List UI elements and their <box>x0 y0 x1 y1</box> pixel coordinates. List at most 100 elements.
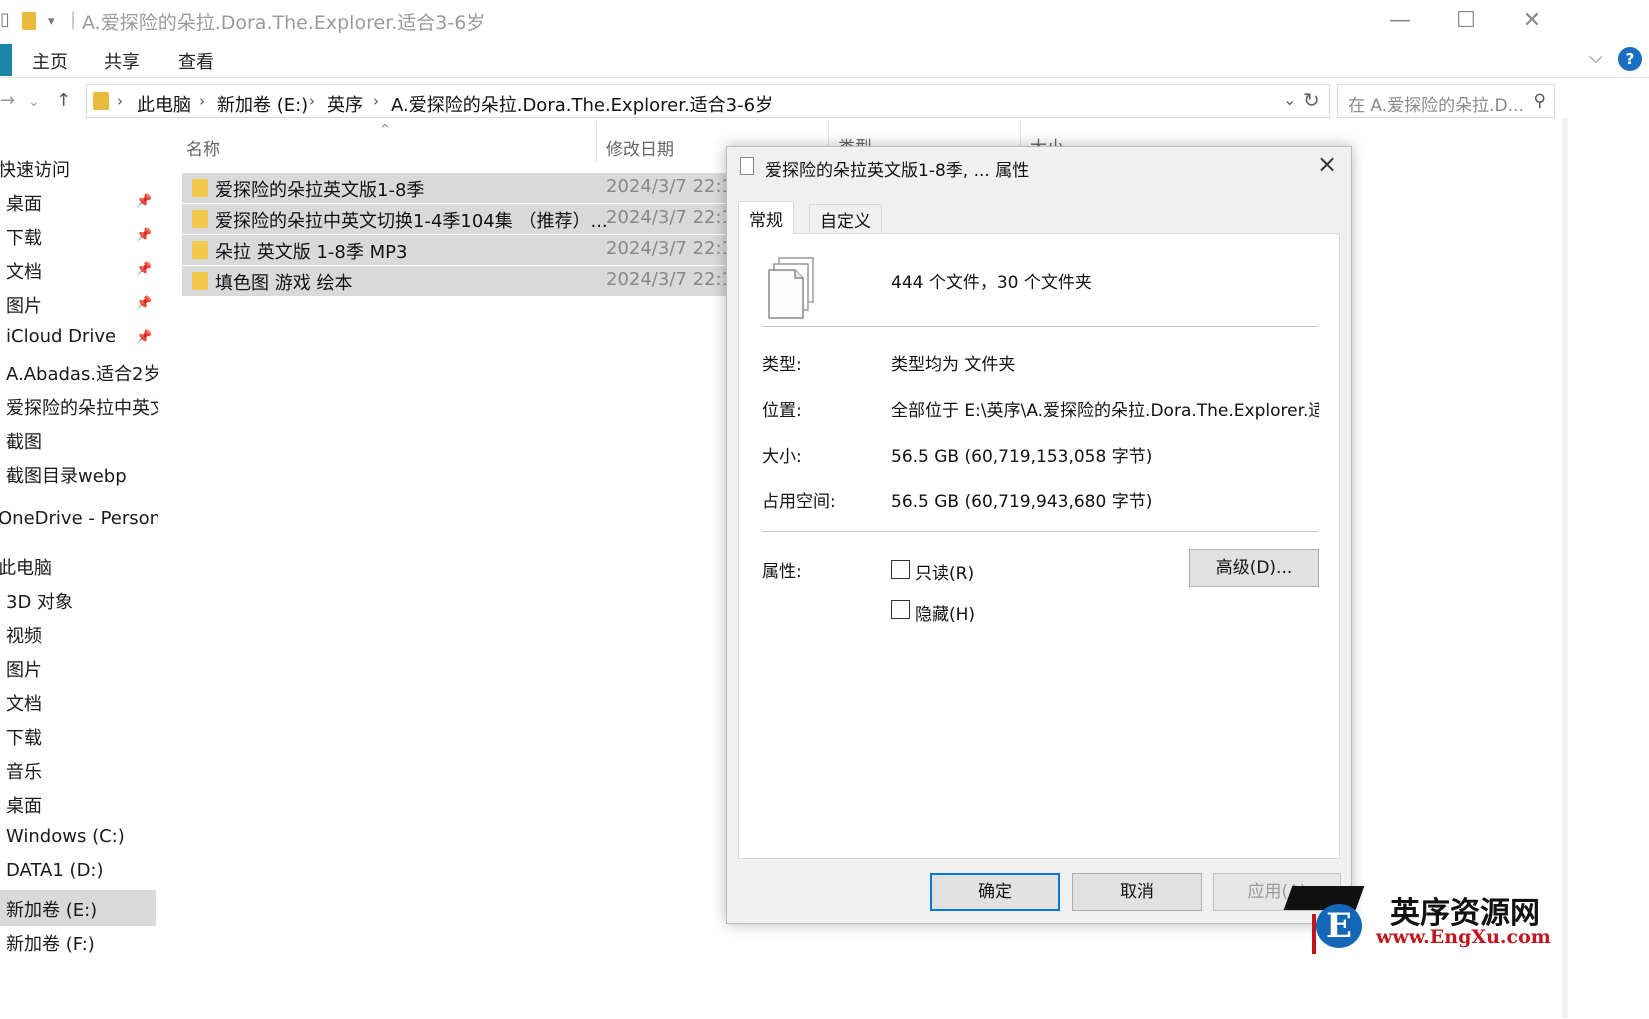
divider <box>762 531 1318 532</box>
nav-item-screenshots[interactable]: 截图 <box>6 428 42 454</box>
readonly-checkbox[interactable] <box>891 560 910 579</box>
size-label: 大小: <box>762 447 802 467</box>
ok-button[interactable]: 确定 <box>930 873 1060 911</box>
folder-icon <box>192 241 208 259</box>
folder-icon <box>192 179 208 197</box>
nav-item-pc-pictures[interactable]: 图片 <box>6 656 42 682</box>
type-value: 类型均为 文件夹 <box>891 355 1016 375</box>
ribbon-expand-icon[interactable]: ⌵ <box>1589 47 1603 68</box>
close-icon[interactable]: × <box>1317 150 1337 178</box>
hidden-checkbox[interactable] <box>891 600 910 619</box>
nav-item-downloads[interactable]: 下载 <box>6 224 42 250</box>
close-button[interactable]: ✕ <box>1512 4 1552 38</box>
folder-icon[interactable] <box>22 12 36 30</box>
nav-item-pc-downloads[interactable]: 下载 <box>6 724 42 750</box>
type-label: 类型: <box>762 355 802 375</box>
breadcrumb-current-folder[interactable]: A.爱探险的朵拉.Dora.The.Explorer.适合3-6岁 <box>391 91 773 117</box>
explorer-window: { "window": { "title": "A.爱探险的朵拉.Dora.Th… <box>0 0 1649 1019</box>
nav-item-screenshots-webp[interactable]: 截图目录webp <box>6 462 127 488</box>
title-bar: ▯ ▾ | A.爱探险的朵拉.Dora.The.Explorer.适合3-6岁 … <box>0 0 1649 42</box>
nav-item-drive-e[interactable]: 新加卷 (E:) <box>6 896 97 922</box>
search-placeholder: 在 A.爱探险的朵拉.D... <box>1348 96 1524 116</box>
properties-dialog: 爱探险的朵拉英文版1-8季, ... 属性 × 常规 自定义 444 个文件，3… <box>726 146 1352 924</box>
nav-item-drive-c[interactable]: Windows (C:) <box>6 826 125 847</box>
pin-icon: 📌 <box>136 330 153 345</box>
nav-onedrive[interactable]: OneDrive - Personal <box>0 508 158 529</box>
readonly-label[interactable]: 只读(R) <box>915 559 974 584</box>
address-bar[interactable]: › 此电脑 › 新加卷 (E:) › 英序 › A.爱探险的朵拉.Dora.Th… <box>86 84 1330 118</box>
breadcrumb-drive-e[interactable]: 新加卷 (E:) <box>217 91 308 117</box>
file-name: 爱探险的朵拉中英文切换1-4季104集 （推荐）... <box>215 211 608 232</box>
file-tab[interactable] <box>0 44 12 76</box>
tab-view[interactable]: 查看 <box>178 48 214 74</box>
nav-item-drive-f[interactable]: 新加卷 (F:) <box>6 930 95 956</box>
search-box[interactable]: 在 A.爱探险的朵拉.D... ⚲ <box>1337 84 1555 118</box>
tab-general[interactable]: 常规 <box>738 201 794 234</box>
size-value: 56.5 GB (60,719,153,058 字节) <box>891 447 1153 467</box>
help-icon[interactable]: ? <box>1618 47 1642 71</box>
tab-home[interactable]: 主页 <box>32 48 68 74</box>
chevron-right-icon[interactable]: › <box>199 92 205 110</box>
nav-item-pc-documents[interactable]: 文档 <box>6 690 42 716</box>
quick-access-dropdown-icon[interactable]: ▾ <box>48 14 55 29</box>
nav-item-3d-objects[interactable]: 3D 对象 <box>6 588 73 614</box>
chevron-right-icon[interactable]: › <box>117 92 123 110</box>
chevron-down-icon[interactable]: ⌄ <box>1283 90 1296 109</box>
refresh-icon[interactable]: ↻ <box>1303 88 1320 112</box>
pin-icon: 📌 <box>136 228 153 243</box>
up-arrow-icon[interactable]: ↑ <box>56 90 71 111</box>
nav-this-pc[interactable]: 此电脑 <box>0 554 52 580</box>
divider <box>762 326 1318 327</box>
folder-icon <box>192 272 208 290</box>
chevron-right-icon[interactable]: › <box>373 92 379 110</box>
location-value: 全部位于 E:\英序\A.爱探险的朵拉.Dora.The.Explorer.适合 <box>891 401 1319 421</box>
column-header-name[interactable]: 名称 <box>186 135 220 160</box>
recent-locations-icon[interactable]: ⌄ <box>28 94 40 110</box>
title-divider: | <box>70 9 77 30</box>
file-date: 2024/3/7 22:1 <box>606 238 730 259</box>
nav-item-icloud[interactable]: iCloud Drive <box>6 326 116 347</box>
nav-item-drive-d[interactable]: DATA1 (D:) <box>6 860 104 881</box>
file-row[interactable]: 爱探险的朵拉英文版1-8季 2024/3/7 22:1 <box>182 173 730 203</box>
tab-share[interactable]: 共享 <box>104 48 140 74</box>
watermark-logo: E 英序资源网 www.EngXu.com <box>1283 878 1578 958</box>
graduation-cap-icon <box>1283 886 1365 910</box>
item-count: 444 个文件，30 个文件夹 <box>891 273 1092 293</box>
chevron-right-icon[interactable]: › <box>309 92 315 110</box>
location-label: 位置: <box>762 401 802 421</box>
forward-arrow-icon[interactable]: → <box>0 90 15 111</box>
tab-custom[interactable]: 自定义 <box>809 204 882 233</box>
pin-icon: 📌 <box>136 296 153 311</box>
column-header-date[interactable]: 修改日期 <box>606 135 674 160</box>
file-row[interactable]: 朵拉 英文版 1-8季 MP3 2024/3/7 22:1 <box>182 235 730 265</box>
maximize-button[interactable]: ☐ <box>1446 4 1486 38</box>
search-icon[interactable]: ⚲ <box>1534 91 1546 111</box>
nav-item-pictures[interactable]: 图片 <box>6 292 42 318</box>
nav-quick-access[interactable]: 快速访问 <box>0 156 70 182</box>
properties-icon[interactable]: ▯ <box>0 9 10 30</box>
nav-item-videos[interactable]: 视频 <box>6 622 42 648</box>
file-name: 填色图 游戏 绘本 <box>215 273 353 294</box>
nav-item-music[interactable]: 音乐 <box>6 758 42 784</box>
nav-item-abadas[interactable]: A.Abadas.适合2岁以 <box>6 360 158 386</box>
navigation-pane: 快速访问 桌面 📌 下载 📌 文档 📌 图片 📌 iCloud Drive 📌 … <box>0 128 158 1019</box>
breadcrumb-this-pc[interactable]: 此电脑 <box>137 91 191 117</box>
pin-icon: 📌 <box>136 262 153 277</box>
size-on-disk-label: 占用空间: <box>762 492 836 512</box>
column-divider[interactable] <box>596 122 597 162</box>
pin-icon: 📌 <box>136 194 153 209</box>
advanced-button[interactable]: 高级(D)... <box>1189 549 1319 587</box>
file-row[interactable]: 填色图 游戏 绘本 2024/3/7 22:1 <box>182 266 730 296</box>
watermark-url: www.EngXu.com <box>1376 926 1551 948</box>
minimize-button[interactable]: — <box>1380 4 1420 38</box>
file-row[interactable]: 爱探险的朵拉中英文切换1-4季104集 （推荐）... 2024/3/7 22:… <box>182 204 730 234</box>
nav-item-pc-desktop[interactable]: 桌面 <box>6 792 42 818</box>
cancel-button[interactable]: 取消 <box>1072 873 1202 911</box>
ribbon: 主页 共享 查看 ⌵ ? <box>0 42 1649 78</box>
nav-item-desktop[interactable]: 桌面 <box>6 190 42 216</box>
breadcrumb-yingxu[interactable]: 英序 <box>327 91 363 117</box>
nav-item-dora[interactable]: 爱探险的朵拉中英文 <box>6 394 158 420</box>
file-date: 2024/3/7 22:1 <box>606 176 730 197</box>
nav-item-documents[interactable]: 文档 <box>6 258 42 284</box>
hidden-label[interactable]: 隐藏(H) <box>915 600 975 625</box>
